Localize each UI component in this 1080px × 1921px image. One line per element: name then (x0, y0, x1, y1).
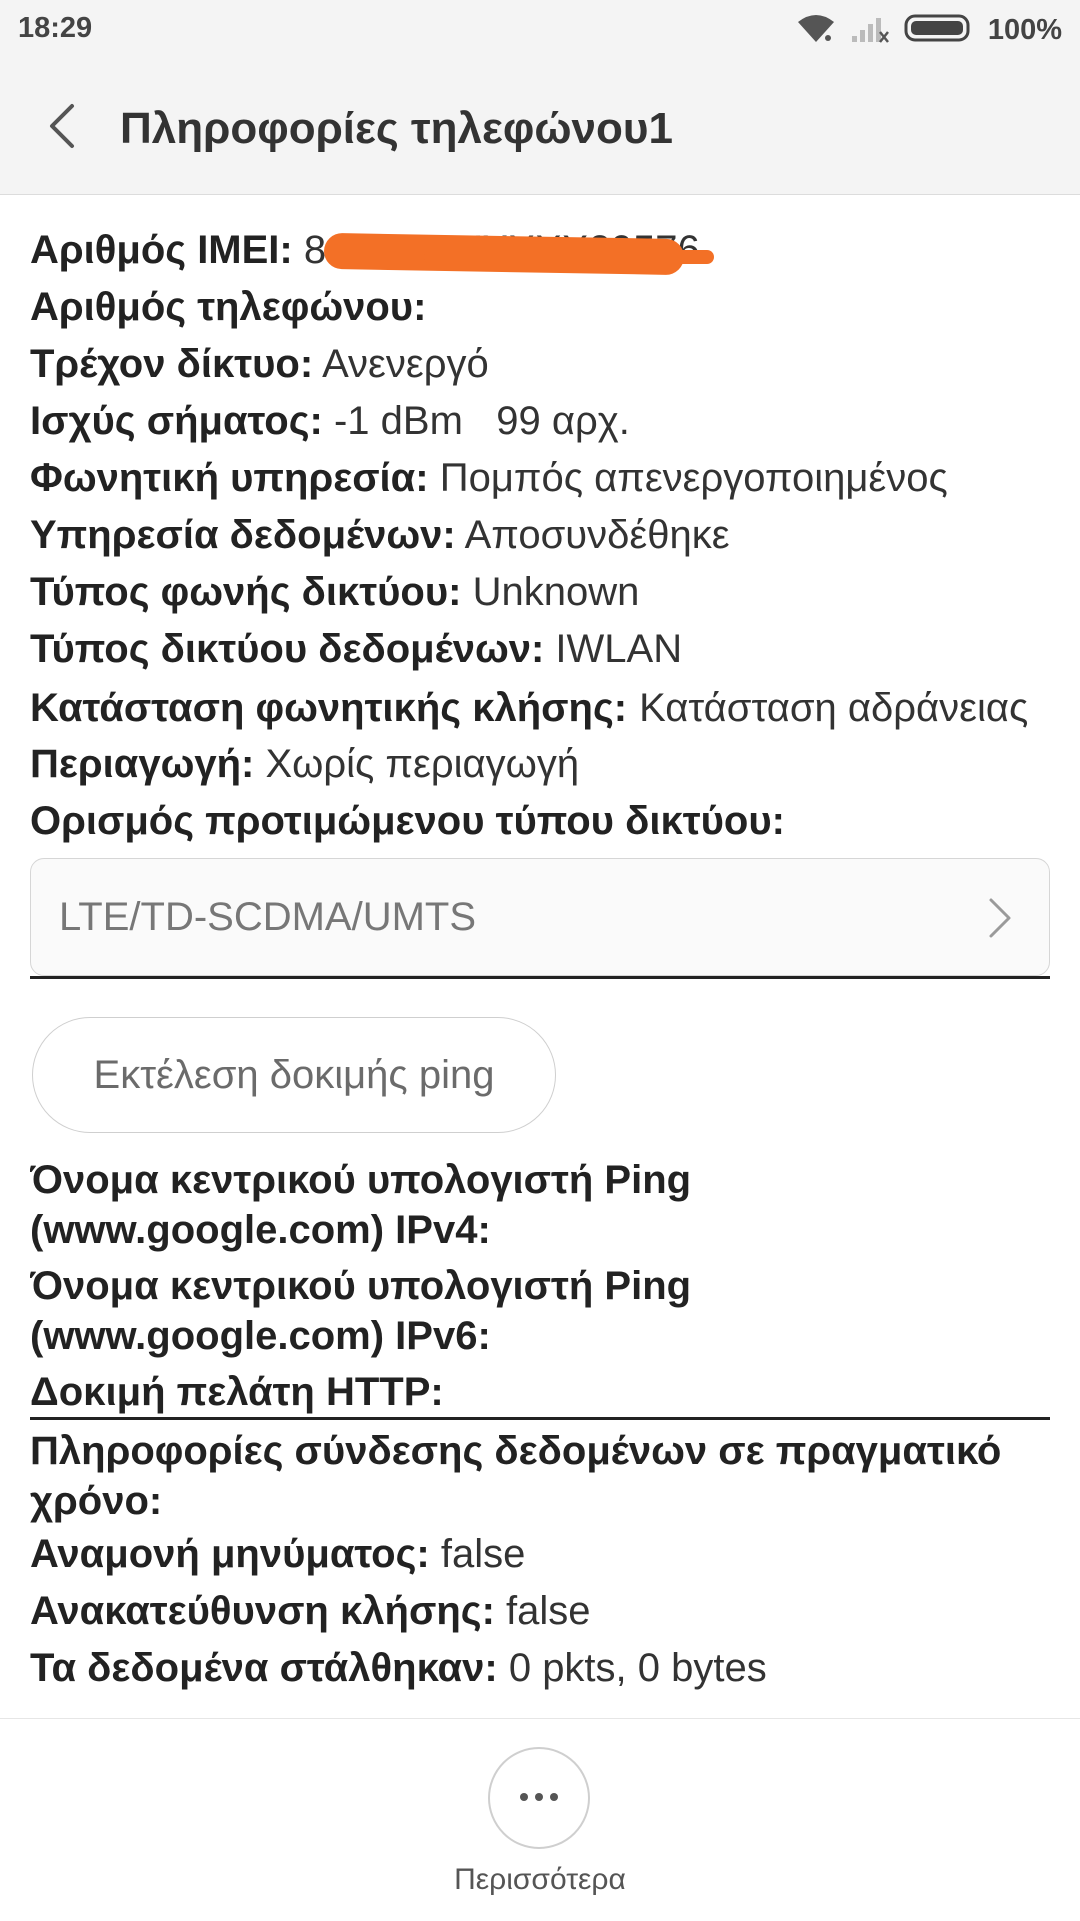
ping-ipv4-label: Όνομα κεντρικού υπολογιστή Ping (www.goo… (30, 1158, 692, 1252)
realtime-data-title: Πληροφορίες σύνδεσης δεδομένων σε πραγμα… (30, 1429, 1002, 1523)
data-sent-value: 0 pkts, 0 bytes (508, 1646, 767, 1690)
message-waiting-row: Αναμονή μηνύματος: false (30, 1526, 1050, 1583)
battery-percent: 100% (987, 13, 1062, 46)
call-forwarding-value: false (506, 1589, 591, 1633)
battery-icon (904, 12, 974, 49)
page-title: Πληροφορίες τηλεφώνου1 (120, 104, 673, 153)
preferred-network-value: LTE/TD-SCDMA/UMTS (59, 895, 477, 939)
data-service-row: Υπηρεσία δεδομένων: Αποσυνδέθηκε (30, 507, 1050, 564)
current-network-value: Ανενεργό (322, 342, 489, 386)
chevron-right-icon (987, 897, 1013, 944)
back-button[interactable] (30, 96, 94, 160)
app-header: Πληροφορίες τηλεφώνου1 (0, 62, 1080, 195)
voice-call-status-row: Κατάσταση φωνητικής κλήσης: Κατάσταση αδ… (30, 684, 1050, 732)
signal-icon (850, 12, 890, 49)
voice-call-status-label: Κατάσταση φωνητικής κλήσης: (30, 686, 628, 730)
phone-number-label: Αριθμός τηλεφώνου: (30, 285, 427, 329)
roaming-row: Περιαγωγή: Χωρίς περιαγωγή (30, 736, 1050, 793)
roaming-value: Χωρίς περιαγωγή (265, 742, 580, 786)
status-bar: 18:29 100% (0, 0, 1080, 62)
redaction-mark (423, 250, 714, 264)
call-forwarding-label: Ανακατεύθυνση κλήσης: (30, 1589, 495, 1633)
data-network-type-label: Τύπος δικτύου δεδομένων: (30, 627, 545, 671)
wifi-icon (796, 12, 836, 49)
divider (30, 1417, 1050, 1420)
voice-call-status-value: Κατάσταση αδράνειας (639, 686, 1029, 730)
data-network-type-row: Τύπος δικτύου δεδομένων: IWLAN (30, 621, 1050, 678)
data-service-label: Υπηρεσία δεδομένων: (30, 513, 456, 557)
more-dots-icon (519, 1789, 559, 1807)
current-network-label: Τρέχον δίκτυο: (30, 342, 314, 386)
divider (30, 976, 1050, 979)
signal-strength-value: -1 dBm 99 αρχ. (333, 399, 630, 443)
http-client-test-label: Δοκιμή πελάτη HTTP: (30, 1370, 444, 1414)
data-sent-row: Τα δεδομένα στάλθηκαν: 0 pkts, 0 bytes (30, 1640, 1050, 1697)
voice-service-row: Φωνητική υπηρεσία: Πομπός απενεργοποιημέ… (30, 450, 1050, 507)
voice-service-label: Φωνητική υπηρεσία: (30, 456, 429, 500)
preferred-network-label: Ορισμός προτιμώμενου τύπου δικτύου: (30, 799, 785, 843)
ping-ipv6-label: Όνομα κεντρικού υπολογιστή Ping (www.goo… (30, 1264, 692, 1358)
status-time: 18:29 (18, 12, 93, 44)
more-button[interactable] (488, 1747, 590, 1849)
message-waiting-label: Αναμονή μηνύματος: (30, 1532, 430, 1576)
imei-label: Αριθμός IMEI: (30, 228, 293, 272)
chevron-left-icon (46, 102, 78, 155)
roaming-label: Περιαγωγή: (30, 742, 255, 786)
imei-row: Αριθμός IMEI: 86XXXXXXXXX29576 (30, 222, 1050, 279)
preferred-network-row: Ορισμός προτιμώμενου τύπου δικτύου: (30, 793, 1050, 850)
data-sent-label: Τα δεδομένα στάλθηκαν: (30, 1646, 498, 1690)
phone-info-content[interactable]: Αριθμός IMEI: 86XXXXXXXXX29576 Αριθμός τ… (30, 222, 1050, 1717)
voice-network-type-value: Unknown (472, 570, 640, 614)
message-waiting-value: false (440, 1532, 526, 1576)
data-service-value: Αποσυνδέθηκε (464, 513, 730, 557)
status-icons: 100% (796, 10, 1062, 50)
call-forwarding-row: Ανακατεύθυνση κλήσης: false (30, 1583, 1050, 1640)
data-network-type-value: IWLAN (555, 627, 683, 671)
preferred-network-select[interactable]: LTE/TD-SCDMA/UMTS (30, 858, 1050, 976)
phone-number-row: Αριθμός τηλεφώνου: (30, 279, 1050, 336)
current-network-row: Τρέχον δίκτυο: Ανενεργό (30, 336, 1050, 393)
imei-value: 86XXXXXXXXX29576 (304, 228, 714, 276)
voice-service-value: Πομπός απενεργοποιημένος (439, 456, 948, 500)
voice-network-type-row: Τύπος φωνής δικτύου: Unknown (30, 564, 1050, 621)
signal-strength-row: Ισχύς σήματος: -1 dBm 99 αρχ. (30, 393, 1050, 450)
signal-strength-label: Ισχύς σήματος: (30, 399, 323, 443)
run-ping-test-button[interactable]: Εκτέλεση δοκιμής ping (32, 1017, 556, 1133)
voice-network-type-label: Τύπος φωνής δικτύου: (30, 570, 462, 614)
more-label[interactable]: Περισσότερα (0, 1863, 1080, 1897)
bottom-action-bar: Περισσότερα (0, 1718, 1080, 1921)
